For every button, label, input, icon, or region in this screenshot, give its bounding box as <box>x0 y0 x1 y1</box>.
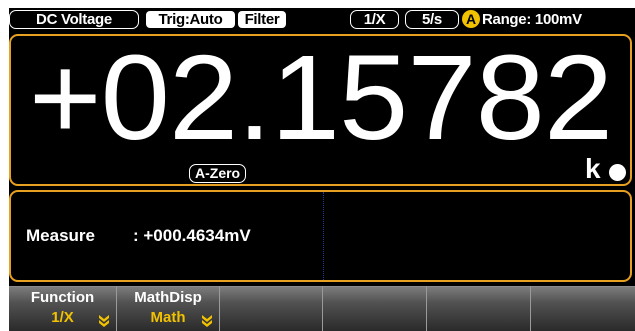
softkey-title: MathDisp <box>134 289 202 306</box>
meter-screen: DC Voltage Trig:Auto Filter 1/X 5/s A Ra… <box>9 8 635 331</box>
a-circle-icon: A <box>462 10 480 28</box>
softkey-4[interactable] <box>323 286 427 331</box>
softkey-mathdisp[interactable]: MathDisp Math <box>117 286 220 331</box>
double-chevron-down-icon <box>99 315 109 327</box>
softkey-title: Function <box>30 289 95 306</box>
softkey-bar: Function 1/X MathDisp Math <box>9 286 635 331</box>
secondary-display: Measure : +000.4634mV <box>9 190 632 282</box>
math-indicator: 1/X <box>350 10 399 29</box>
range-indicator: Range: 100mV <box>482 11 582 28</box>
function-indicator: DC Voltage <box>9 10 139 29</box>
measure-label: Measure <box>26 226 95 245</box>
indicator-dot-icon <box>609 164 626 181</box>
softkey-function[interactable]: Function 1/X <box>9 286 117 331</box>
measure-value: : +000.4634mV <box>133 226 251 245</box>
softkey-5[interactable] <box>427 286 531 331</box>
softkey-6[interactable] <box>531 286 635 331</box>
primary-display: +02.15782 A-Zero k <box>9 34 632 186</box>
unit-label: k <box>585 153 601 184</box>
rate-indicator: 5/s <box>405 10 459 29</box>
softkey-3[interactable] <box>220 286 323 331</box>
auto-zero-indicator: A-Zero <box>189 164 247 183</box>
double-chevron-down-icon <box>202 315 212 327</box>
main-reading: +02.15782 <box>28 29 613 165</box>
panel-divider <box>323 192 324 280</box>
filter-indicator: Filter <box>238 11 286 28</box>
trigger-indicator: Trig:Auto <box>146 11 235 28</box>
